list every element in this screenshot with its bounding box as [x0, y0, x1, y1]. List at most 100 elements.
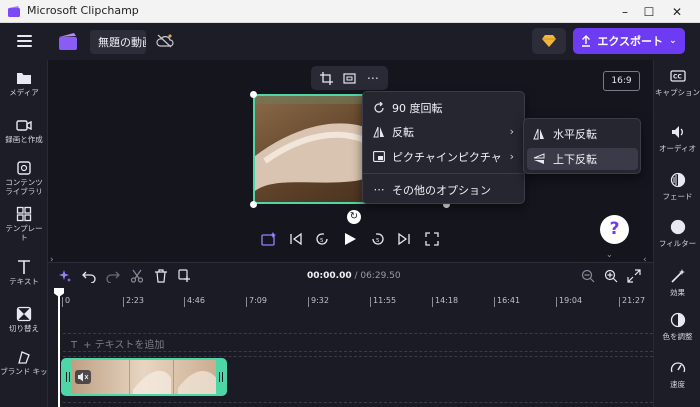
transitions-icon: [16, 306, 32, 322]
pip-icon: [373, 151, 385, 162]
fullscreen-icon[interactable]: [424, 231, 440, 247]
sidebar-label-library: ライブラリ: [5, 187, 43, 196]
ai-sparkle-icon[interactable]: [58, 269, 72, 283]
sidebar-label-transitions: 切り替え: [9, 324, 39, 333]
menu-item-flip-vertical[interactable]: 上下反転: [527, 148, 638, 170]
sidebar-label-speed: 速度: [670, 380, 685, 389]
sidebar-label-content: コンテンツ: [5, 178, 43, 187]
diamond-icon: [542, 35, 556, 47]
play-icon[interactable]: [342, 231, 358, 247]
sidebar-item-fade[interactable]: フェード: [654, 172, 700, 202]
sidebar-label-filters: フィルター: [658, 239, 697, 248]
fade-icon: [670, 172, 685, 188]
more-options-icon[interactable]: ⋯: [367, 71, 379, 85]
captions-icon: CC: [669, 70, 686, 82]
fit-icon[interactable]: [343, 72, 357, 85]
svg-text:5: 5: [320, 238, 324, 244]
menu-item-pip[interactable]: ピクチャインピクチャ ›: [363, 144, 524, 169]
sidebar-label-brand-kit: ブランド キッ: [0, 367, 48, 376]
menu-label-flip-horizontal: 水平反転: [553, 128, 597, 141]
ruler-label: 21:27: [622, 296, 646, 305]
current-time: 00:00.00: [307, 271, 352, 281]
sidebar-item-speed[interactable]: 速度: [654, 360, 700, 390]
sidebar-item-record[interactable]: 録画と作成: [0, 117, 48, 144]
clip-toolbar: ⋯: [311, 66, 388, 90]
video-clip[interactable]: [61, 358, 227, 396]
clip-trim-handle-left[interactable]: [63, 360, 72, 394]
sidebar-item-effects[interactable]: 効果: [654, 268, 700, 298]
ruler-label: 4:46: [187, 296, 205, 305]
ruler-label: 0: [65, 296, 71, 305]
split-scissors-icon[interactable]: [130, 269, 144, 283]
rotate-handle-icon[interactable]: ↻: [347, 210, 361, 224]
magic-enhance-icon[interactable]: [261, 231, 277, 247]
sidebar-item-text[interactable]: テキスト: [0, 259, 48, 286]
playhead[interactable]: [58, 290, 60, 407]
effects-icon: [670, 269, 685, 283]
total-duration: 06:29.50: [360, 271, 401, 281]
skip-forward-icon[interactable]: [396, 231, 412, 247]
export-button[interactable]: エクスポート ⌄: [573, 28, 685, 54]
clipchamp-app-icon: [8, 6, 20, 17]
rewind-5-icon[interactable]: 5: [314, 231, 330, 247]
resize-handle-bottom-left[interactable]: [250, 201, 257, 208]
text-icon: T: [71, 340, 78, 351]
sidebar-label-audio: オーディオ: [659, 144, 696, 153]
sidebar-label-effects: 効果: [670, 288, 685, 297]
delete-icon[interactable]: [154, 269, 168, 283]
track-divider: [63, 356, 653, 357]
resize-handle-top-left[interactable]: [250, 91, 257, 98]
duplicate-icon[interactable]: [178, 269, 192, 283]
sidebar-item-media[interactable]: メディア: [0, 70, 48, 97]
menu-label-rotate: 90 度回転: [392, 101, 443, 115]
sidebar-item-audio[interactable]: オーディオ: [654, 124, 700, 154]
clip-audio-badge[interactable]: [75, 370, 91, 384]
fit-timeline-icon[interactable]: [627, 269, 641, 283]
context-menu: 90 度回転 反転 › ピクチャインピクチャ › ⋯ その他のオプション: [362, 91, 525, 204]
help-button[interactable]: ?: [600, 215, 629, 244]
zoom-in-icon[interactable]: [604, 269, 618, 283]
clip-trim-handle-right[interactable]: [216, 360, 225, 394]
menu-item-rotate-90[interactable]: 90 度回転: [363, 95, 524, 120]
skip-back-icon[interactable]: [288, 231, 304, 247]
right-sidebar: CC キャプション オーディオ フェード フィルター 効果 色を調整 速度: [653, 60, 700, 407]
premium-button[interactable]: [532, 28, 566, 54]
sidebar-item-templates[interactable]: テンプレー ト: [0, 206, 48, 242]
redo-icon[interactable]: [106, 269, 120, 283]
menu-item-more-options[interactable]: ⋯ その他のオプション: [363, 177, 524, 202]
timecode-display: 00:00.00 / 06:29.50: [307, 271, 401, 281]
forward-5-icon[interactable]: 5: [370, 231, 386, 247]
project-name-input[interactable]: 無題の動画: [90, 30, 146, 54]
close-window-button[interactable]: ✕: [654, 0, 700, 23]
add-text-hint[interactable]: T + テキストを追加: [71, 336, 164, 351]
ruler-label: 19:04: [559, 296, 583, 305]
menu-label-flip: 反転: [392, 125, 414, 139]
more-icon: ⋯: [373, 183, 385, 196]
menu-icon[interactable]: [17, 35, 32, 50]
sidebar-item-filters[interactable]: フィルター: [654, 219, 700, 249]
rotate-icon: [374, 101, 384, 113]
sidebar-label-text: テキスト: [9, 277, 39, 286]
svg-text:CC: CC: [673, 74, 682, 81]
sidebar-item-transitions[interactable]: 切り替え: [0, 306, 48, 333]
aspect-ratio-button[interactable]: 16:9: [603, 71, 640, 91]
camera-icon: [16, 120, 32, 131]
app-header: 無題の動画 エクスポート ⌄: [0, 24, 700, 60]
sidebar-item-brand-kit[interactable]: ブランド キッ: [0, 349, 48, 376]
menu-item-flip[interactable]: 反転 ›: [363, 119, 524, 144]
chevron-right-icon: ›: [509, 150, 514, 163]
undo-icon[interactable]: [82, 269, 96, 283]
menu-item-flip-horizontal[interactable]: 水平反転: [527, 123, 638, 145]
ruler-label: 7:09: [249, 296, 267, 305]
sidebar-item-adjust-colors[interactable]: 色を調整: [654, 312, 700, 342]
sidebar-label-adjust-colors: 色を調整: [662, 332, 693, 341]
collapse-chevron-icon[interactable]: ⌄: [606, 250, 613, 259]
speaker-icon: [78, 372, 89, 382]
adjust-colors-icon: [670, 312, 685, 328]
sidebar-item-captions[interactable]: CC キャプション: [654, 68, 700, 98]
add-text-label: + テキストを追加: [83, 340, 165, 351]
crop-icon[interactable]: [320, 71, 334, 85]
cloud-offline-icon[interactable]: [156, 34, 174, 48]
sidebar-item-content-library[interactable]: コンテンツ ライブラリ: [0, 160, 48, 196]
zoom-out-icon[interactable]: [581, 269, 595, 283]
